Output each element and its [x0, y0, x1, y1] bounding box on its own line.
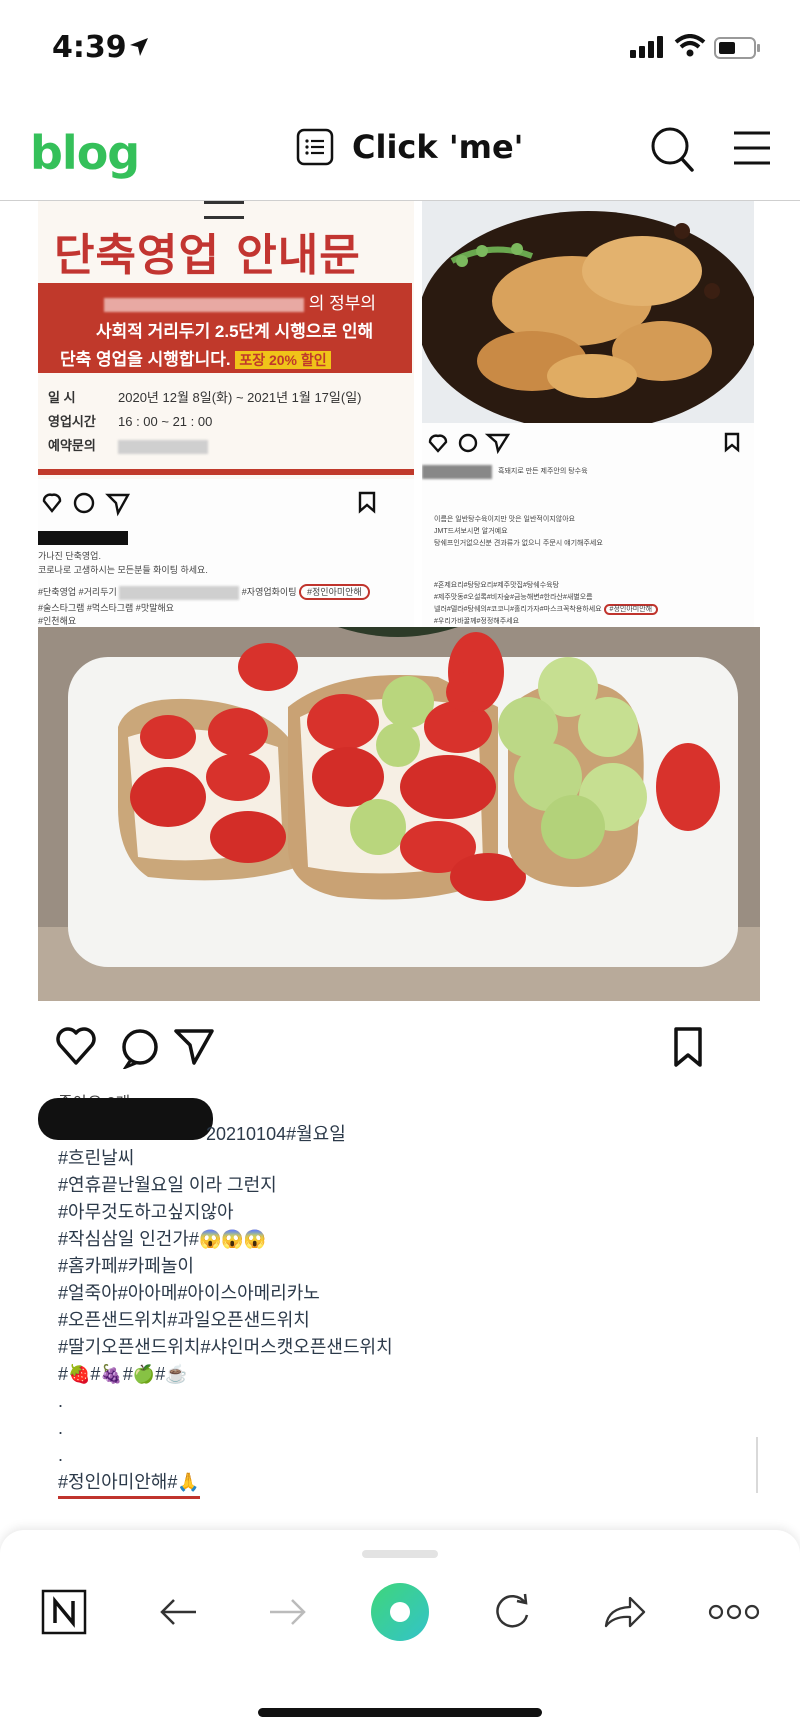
- post2-caption-4: 탕쉐프인거없으신분 견과류가 없으니 주문시 얘기해주세요: [434, 540, 603, 547]
- post3-date-tags: 20210104#월요일: [206, 1124, 346, 1144]
- wifi-icon: [674, 34, 706, 57]
- refresh-button[interactable]: [482, 1582, 542, 1642]
- notice-title: 단축영업 안내문: [54, 230, 361, 281]
- drag-handle[interactable]: [362, 1550, 438, 1558]
- hashtag-line: #홈카페#카페놀이: [58, 1256, 194, 1276]
- hashtag-line: #딸기오픈샌드위치#샤인머스캣오픈샌드위치: [58, 1337, 393, 1357]
- band-line-2: 사회적 거리두기 2.5단계 시행으로 인해: [96, 322, 374, 341]
- share-icon: [604, 1596, 646, 1628]
- green-dot-icon: [371, 1583, 429, 1641]
- discount-badge: 포장 20% 할인: [235, 351, 331, 369]
- hashtag-line: #🍓#🍇#🍏#☕: [58, 1364, 188, 1384]
- more-icon: [708, 1604, 760, 1620]
- back-button[interactable]: [148, 1582, 208, 1642]
- share-button[interactable]: [594, 1582, 654, 1642]
- post1-caption-5: #인천해요: [38, 616, 77, 626]
- post1-caption-1: 가나진 단축영업.: [38, 551, 101, 561]
- search-icon[interactable]: [650, 124, 696, 174]
- more-button[interactable]: [704, 1582, 764, 1642]
- post2-caption-8: #우리가바꿀께#정정해주세요: [434, 618, 520, 625]
- band-line-3: 단축 영업을 시행합니다. 포장 20% 할인: [60, 345, 331, 370]
- hashtag-line: #얼죽아#아아메#아이스아메리카노: [58, 1283, 320, 1303]
- info-row-hours: 영업시간 16 : 00 ~ 21 : 00: [48, 414, 213, 429]
- browser-toolbar: [0, 1530, 800, 1731]
- band-line-1: 의 정부의: [104, 289, 376, 314]
- hashtag-line: #작심삼일 인건가#😱😱😱: [58, 1229, 267, 1249]
- post2-caption-1: 흑돼지로 만든 제주안의 탕수육: [498, 468, 588, 475]
- post2-username-redacted: [422, 465, 492, 479]
- page-title: Click 'me': [352, 128, 524, 166]
- blog-logo[interactable]: blog: [30, 126, 140, 180]
- back-arrow-icon: [160, 1599, 196, 1625]
- post1-caption-4: #술스타그램 #먹스타그램 #맛말해요: [38, 603, 174, 613]
- naver-n-icon: [41, 1589, 87, 1635]
- post1-username-redacted: [38, 531, 128, 545]
- list-view-icon[interactable]: [296, 128, 334, 166]
- navigation-bar: blog Click 'me': [0, 104, 800, 201]
- location-arrow-icon: [130, 38, 148, 56]
- hashtag-line: #아무것도하고싶지않아: [58, 1202, 234, 1222]
- post2-screenshot: 흑돼지로 만든 제주안의 탕수육 이름은 일반탕수육이지만 맛은 일반적이지않아…: [422, 201, 754, 627]
- post3-hashtag-list: #흐린날씨 #연휴끝난월요일 이라 그런지 #아무것도하고싶지않아 #작심삼일 …: [58, 1145, 393, 1499]
- naver-home-button[interactable]: [34, 1582, 94, 1642]
- forward-button[interactable]: [258, 1582, 318, 1642]
- post1-caption-3: #단축영업 #거리두기 #자영업화이팅 #정인아미안해: [38, 584, 370, 600]
- post1-caption-2: 코로나로 고생하시는 모든분들 화이팅 하세요.: [38, 565, 208, 575]
- hashtag-line: .: [58, 1418, 64, 1438]
- post3-action-icons: [56, 1027, 702, 1069]
- post1-screenshot: 단축영업 안내문 의 정부의 사회적 거리두기 2.5단계 시행으로 인해 단축…: [38, 201, 414, 627]
- scroll-indicator: [756, 1437, 758, 1493]
- sandwich-photo: [38, 627, 760, 1001]
- notice-image: 단축영업 안내문 의 정부의 사회적 거리두기 2.5단계 시행으로 인해 단축…: [38, 201, 414, 479]
- hashtag-line: .: [58, 1445, 64, 1465]
- post2-action-icons: [428, 432, 740, 455]
- pork-dish-photo: [422, 201, 754, 423]
- post1-action-icons: [42, 491, 376, 517]
- battery-icon: [714, 37, 760, 59]
- notice-bottom-line: [38, 469, 414, 475]
- hashtag-line: #연휴끝난월요일 이라 그런지: [58, 1175, 277, 1195]
- refresh-icon: [496, 1593, 529, 1628]
- post2-highlight-tag: #정인아미안해: [603, 604, 659, 615]
- cellular-signal-icon: [630, 36, 663, 58]
- green-action-button[interactable]: [370, 1582, 430, 1642]
- status-time: 4:39: [52, 30, 127, 65]
- post3-photo: [38, 627, 760, 1001]
- title-group[interactable]: Click 'me': [296, 128, 523, 166]
- hashtag-line: .: [58, 1391, 64, 1411]
- forward-arrow-icon: [270, 1599, 306, 1625]
- info-row-contact: 예약문의: [48, 435, 208, 454]
- post3-username-redacted: [38, 1098, 213, 1140]
- home-indicator: [258, 1708, 542, 1717]
- blog-content[interactable]: 단축영업 안내문 의 정부의 사회적 거리두기 2.5단계 시행으로 인해 단축…: [0, 201, 800, 1531]
- notice-top-bars: [204, 201, 244, 219]
- status-bar: 4:39: [0, 0, 800, 96]
- notice-red-band: 의 정부의 사회적 거리두기 2.5단계 시행으로 인해 단축 영업을 시행합니…: [38, 283, 412, 373]
- hamburger-menu-icon[interactable]: [732, 128, 772, 168]
- hashtag-line: #오픈샌드위치#과일오픈샌드위치: [58, 1310, 310, 1330]
- hashtag-line: #흐린날씨: [58, 1148, 135, 1168]
- hashtag-line-highlighted: #정인아미안해#🙏: [58, 1469, 200, 1499]
- info-row-date: 일 시 2020년 12월 8일(화) ~ 2021년 1월 17일(일): [48, 390, 362, 405]
- post1-highlight-tag: #정인아미안해: [299, 584, 370, 600]
